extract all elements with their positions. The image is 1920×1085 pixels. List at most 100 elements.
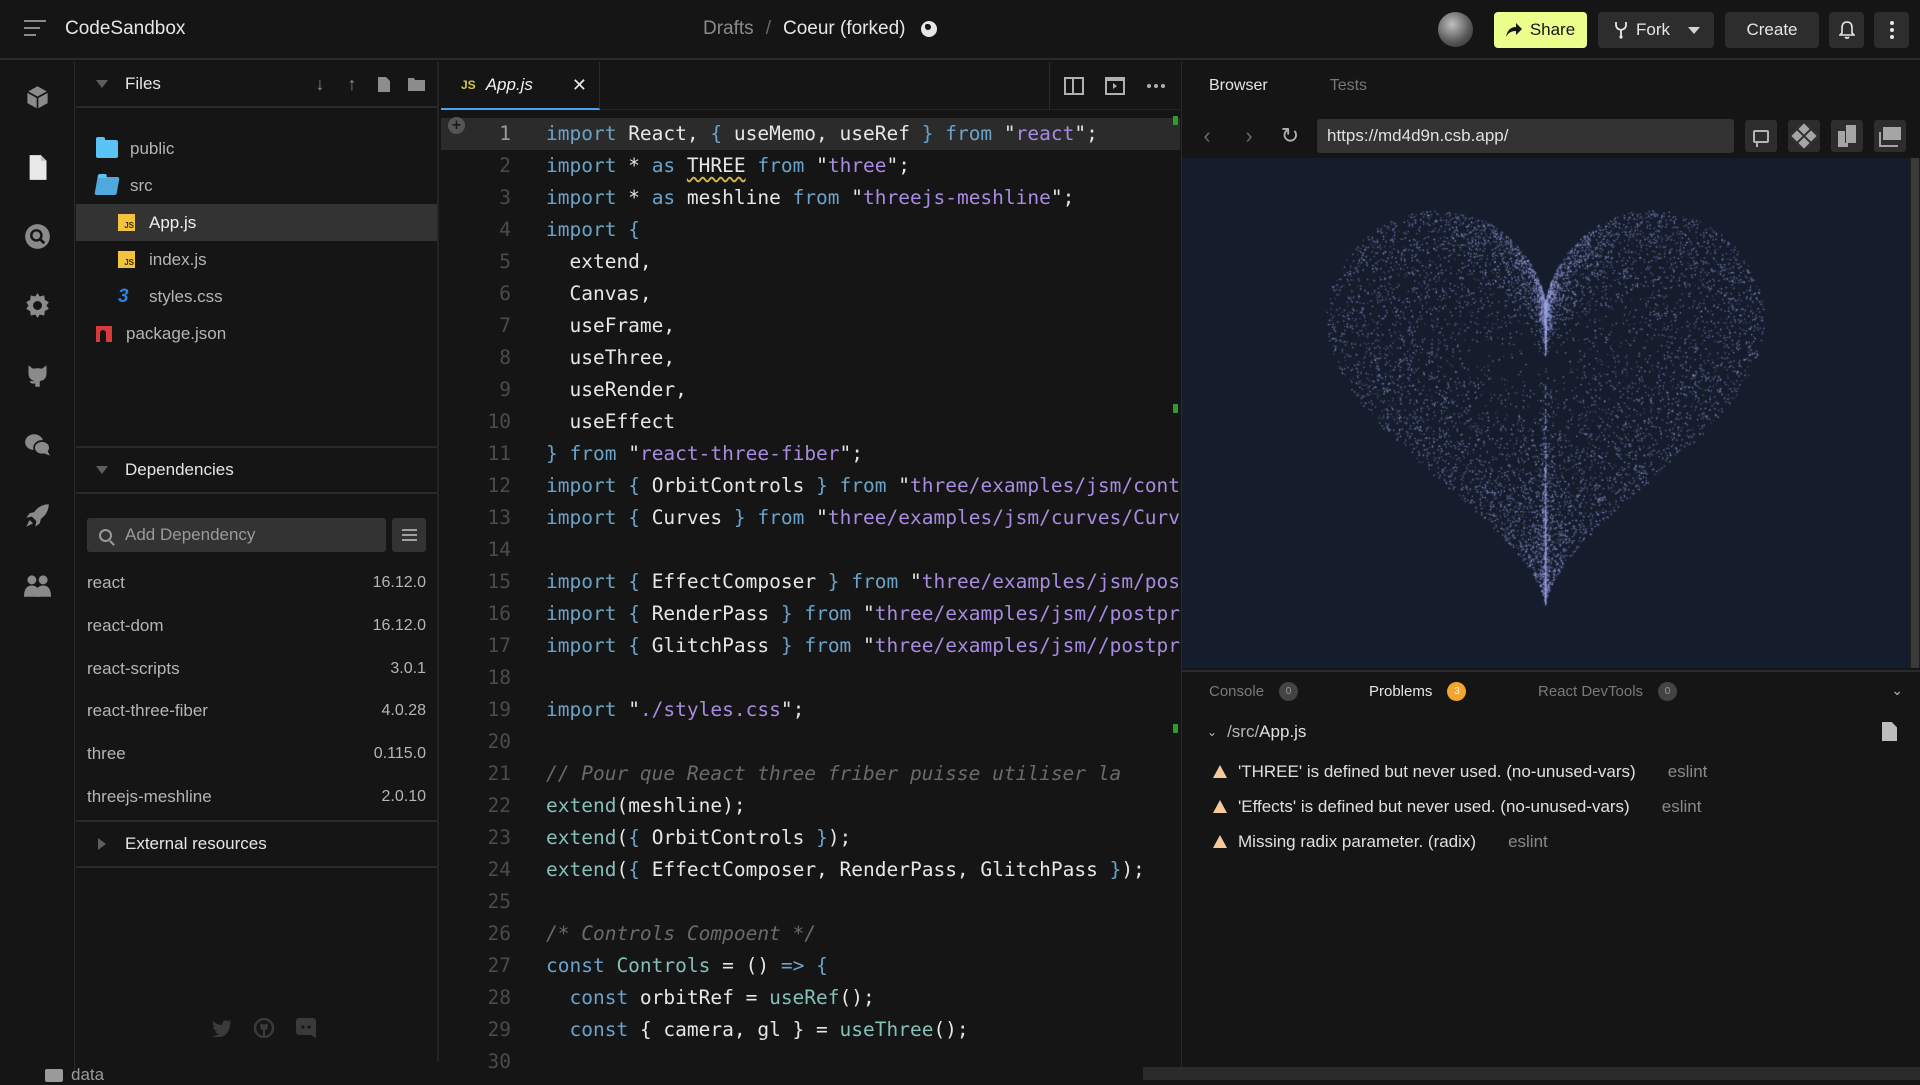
create-button[interactable]: Create [1725, 12, 1819, 48]
code-line[interactable]: 9 useRender, [441, 374, 1180, 406]
chevron-down-icon[interactable] [1688, 27, 1700, 34]
globe-icon[interactable] [921, 21, 938, 37]
code-line[interactable]: 22 extend(meshline); [441, 790, 1180, 822]
more-options-button[interactable] [1874, 12, 1909, 48]
tree-item-public[interactable]: public [76, 130, 437, 167]
code-line[interactable]: 6 Canvas, [441, 278, 1180, 310]
search-icon[interactable] [24, 223, 51, 250]
new-folder-icon[interactable] [407, 74, 425, 94]
code-line[interactable]: 7 useFrame, [441, 310, 1180, 342]
fork-button[interactable]: Fork [1598, 12, 1714, 48]
preview-canvas[interactable] [1182, 158, 1909, 668]
code-line[interactable]: 3 import * as meshline from "threejs-mesh… [441, 182, 1180, 214]
code-line[interactable]: 17 import { GlitchPass } from "three/exam… [441, 630, 1180, 662]
url-input[interactable]: https://md4d9n.csb.app/ [1317, 119, 1734, 153]
tab-browser[interactable]: Browser [1209, 77, 1268, 95]
code-line[interactable]: 5 extend, [441, 246, 1180, 278]
upload-icon[interactable]: ↑ [343, 74, 361, 94]
github-icon[interactable] [253, 1017, 275, 1039]
gear-icon[interactable] [24, 292, 51, 319]
preview-scrollbar[interactable] [1909, 158, 1920, 668]
code-line[interactable]: 8 useThree, [441, 342, 1180, 374]
tab-problems[interactable]: Problems 3 [1369, 682, 1467, 701]
problem-item[interactable]: 'Effects' is defined but never used. (no… [1182, 789, 1920, 824]
problem-item[interactable]: 'THREE' is defined but never used. (no-u… [1182, 754, 1920, 789]
forward-icon[interactable]: › [1239, 122, 1259, 150]
code-line[interactable]: 18 [441, 662, 1180, 694]
open-new-window-button[interactable] [1831, 120, 1863, 152]
code-line[interactable]: 27 const Controls = () => { [441, 950, 1180, 982]
breadcrumb-drafts[interactable]: Drafts [703, 18, 754, 40]
problems-file-header[interactable]: ⌄ /src/ App.js [1182, 710, 1920, 754]
download-icon[interactable]: ↓ [311, 74, 329, 94]
add-dependency-input[interactable]: Add Dependency [87, 518, 386, 552]
code-line[interactable]: 24 extend({ EffectComposer, RenderPass, G… [441, 854, 1180, 886]
code-line[interactable]: 14 [441, 534, 1180, 566]
tree-item-styles-css[interactable]: 3 styles.css [76, 278, 437, 315]
code-line[interactable]: 30 [441, 1046, 1180, 1078]
more-icon[interactable] [1146, 77, 1166, 95]
split-editor-icon[interactable] [1064, 77, 1085, 95]
devtools-button[interactable] [1788, 120, 1820, 152]
dependency-item[interactable]: react-three-fiber 4.0.28 [76, 690, 437, 733]
tree-item-package-json[interactable]: package.json [76, 315, 437, 352]
code-line[interactable]: 16 import { RenderPass } from "three/exam… [441, 598, 1180, 630]
github-icon[interactable] [24, 362, 51, 389]
fullscreen-button[interactable] [1874, 120, 1906, 152]
close-icon[interactable]: ✕ [572, 75, 587, 96]
code-line[interactable]: 10 useEffect [441, 406, 1180, 438]
tab-console[interactable]: Console 0 [1209, 682, 1299, 701]
rocket-icon[interactable] [24, 502, 51, 529]
discord-icon[interactable] [295, 1017, 317, 1039]
code-line[interactable]: 23 extend({ OrbitControls }); [441, 822, 1180, 854]
tab-app-js[interactable]: JS App.js ✕ [441, 62, 600, 110]
external-resources-header[interactable]: External resources [76, 822, 437, 868]
share-button[interactable]: Share [1494, 12, 1587, 48]
tree-item-app-js[interactable]: JS App.js [76, 204, 437, 241]
dependency-item[interactable]: three 0.115.0 [76, 733, 437, 776]
code-line[interactable]: 13 import { Curves } from "three/examples… [441, 502, 1180, 534]
horizontal-scrollbar[interactable] [1143, 1067, 1920, 1080]
new-file-icon[interactable] [375, 74, 393, 94]
tree-item-src[interactable]: src [76, 167, 437, 204]
dependency-item[interactable]: react 16.12.0 [76, 562, 437, 605]
tree-item-index-js[interactable]: JS index.js [76, 241, 437, 278]
back-icon[interactable]: ‹ [1197, 122, 1217, 150]
reload-icon[interactable]: ↻ [1280, 122, 1300, 150]
code-line[interactable]: 2 import * as THREE from "three"; [441, 150, 1180, 182]
code-line[interactable]: 29 const { camera, gl } = useThree(); [441, 1014, 1180, 1046]
dependency-item[interactable]: react-scripts 3.0.1 [76, 647, 437, 690]
comment-button[interactable] [1745, 120, 1777, 152]
sandbox-name[interactable]: Coeur (forked) [783, 18, 906, 40]
code-line[interactable]: 1 import React, { useMemo, useRef } from … [441, 118, 1180, 150]
cube-icon[interactable] [24, 84, 51, 111]
dependencies-section-header[interactable]: Dependencies [76, 448, 437, 494]
folder-data[interactable]: data [45, 1065, 104, 1085]
code-line[interactable]: 19 import "./styles.css"; [441, 694, 1180, 726]
files-section-header[interactable]: Files ↓ ↑ [76, 62, 437, 108]
code-line[interactable]: 15 import { EffectComposer } from "three/… [441, 566, 1180, 598]
code-area[interactable]: + 1 import React, { useMemo, useRef } fro… [441, 110, 1180, 1080]
avatar[interactable] [1438, 12, 1473, 47]
tab-react-devtools[interactable]: React DevTools 0 [1538, 682, 1678, 701]
code-line[interactable]: 11} from "react-three-fiber"; [441, 438, 1180, 470]
code-line[interactable]: 12 import { OrbitControls } from "three/e… [441, 470, 1180, 502]
dependency-item[interactable]: react-dom 16.12.0 [76, 605, 437, 648]
tab-tests[interactable]: Tests [1330, 77, 1367, 95]
code-line[interactable]: 25 [441, 886, 1180, 918]
open-file-icon[interactable] [1882, 722, 1897, 741]
open-preview-icon[interactable] [1104, 77, 1125, 95]
chat-icon[interactable] [24, 432, 51, 459]
code-line[interactable]: 21 // Pour que React three friber puisse … [441, 758, 1180, 790]
code-line[interactable]: 20 [441, 726, 1180, 758]
problem-item[interactable]: Missing radix parameter. (radix) eslint [1182, 824, 1920, 859]
twitter-icon[interactable] [211, 1017, 233, 1039]
users-icon[interactable] [24, 572, 51, 599]
add-comment-icon[interactable]: + [448, 117, 465, 134]
dependency-item[interactable]: threejs-meshline 2.0.10 [76, 775, 437, 818]
code-line[interactable]: 26 /* Controls Compoent */ [441, 918, 1180, 950]
code-line[interactable]: 28 const orbitRef = useRef(); [441, 982, 1180, 1014]
notifications-button[interactable] [1829, 12, 1864, 48]
menu-icon[interactable] [24, 20, 46, 38]
file-icon[interactable] [24, 154, 51, 181]
